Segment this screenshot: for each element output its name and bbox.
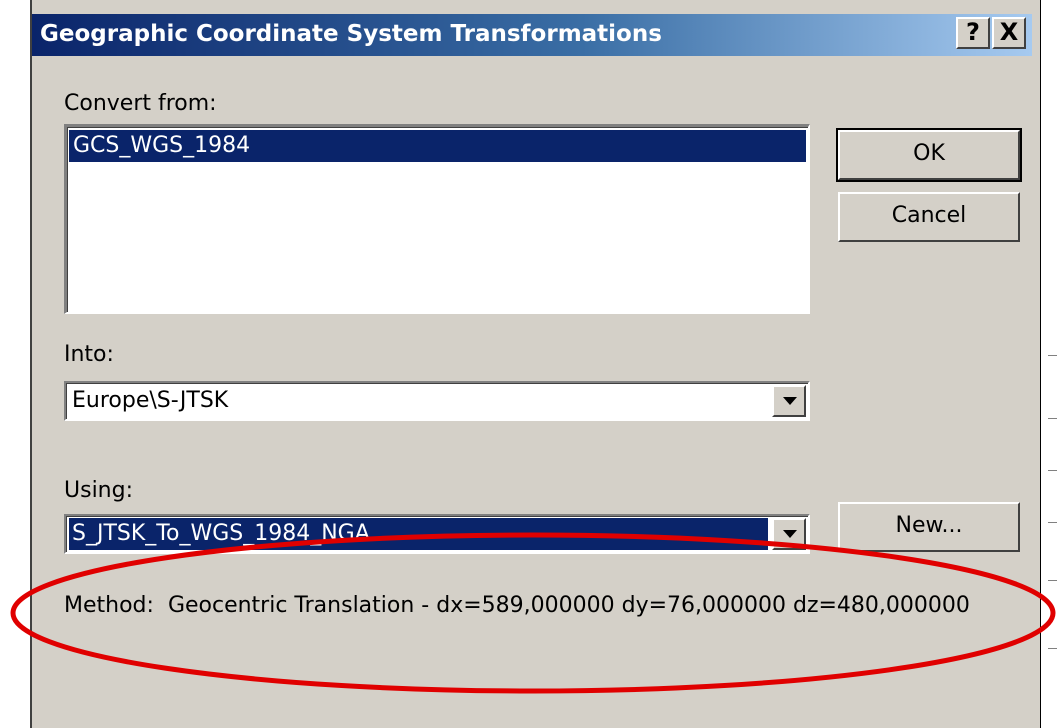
into-dropdown-value: Europe\S-JTSK — [72, 388, 229, 413]
ok-button[interactable]: OK — [836, 128, 1022, 182]
using-dropdown[interactable]: S_JTSK_To_WGS_1984_NGA — [64, 514, 810, 554]
background-divider — [1048, 580, 1057, 581]
background-divider — [1048, 355, 1057, 356]
background-divider — [1048, 418, 1057, 419]
background-divider — [1048, 470, 1057, 471]
using-label: Using: — [64, 478, 133, 503]
window-title: Geographic Coordinate System Transformat… — [40, 21, 662, 47]
convert-from-label: Convert from: — [64, 91, 217, 116]
list-item[interactable]: GCS_WGS_1984 — [69, 130, 806, 162]
screenshot-root: Geographic Coordinate System Transformat… — [0, 0, 1057, 728]
close-button[interactable]: X — [992, 17, 1026, 49]
method-label: Method: — [64, 593, 154, 618]
using-dropdown-value: S_JTSK_To_WGS_1984_NGA — [69, 518, 768, 550]
help-button[interactable]: ? — [956, 17, 990, 49]
into-label: Into: — [64, 342, 114, 367]
chevron-down-icon[interactable] — [772, 385, 806, 417]
method-description: Method: Geocentric Translation - dx=589,0… — [64, 593, 970, 618]
chevron-down-icon[interactable] — [772, 518, 806, 550]
new-transformation-button[interactable]: New... — [838, 502, 1020, 552]
transformations-dialog: Geographic Coordinate System Transformat… — [30, 0, 1042, 728]
background-divider — [1048, 522, 1057, 523]
background-divider — [1048, 648, 1057, 649]
background-window-edge — [1040, 0, 1057, 728]
cancel-button[interactable]: Cancel — [838, 192, 1020, 242]
title-bar[interactable]: Geographic Coordinate System Transformat… — [32, 14, 1032, 56]
method-value: Geocentric Translation - dx=589,000000 d… — [167, 593, 970, 618]
into-dropdown[interactable]: Europe\S-JTSK — [64, 381, 810, 421]
convert-from-listbox[interactable]: GCS_WGS_1984 — [64, 124, 810, 314]
